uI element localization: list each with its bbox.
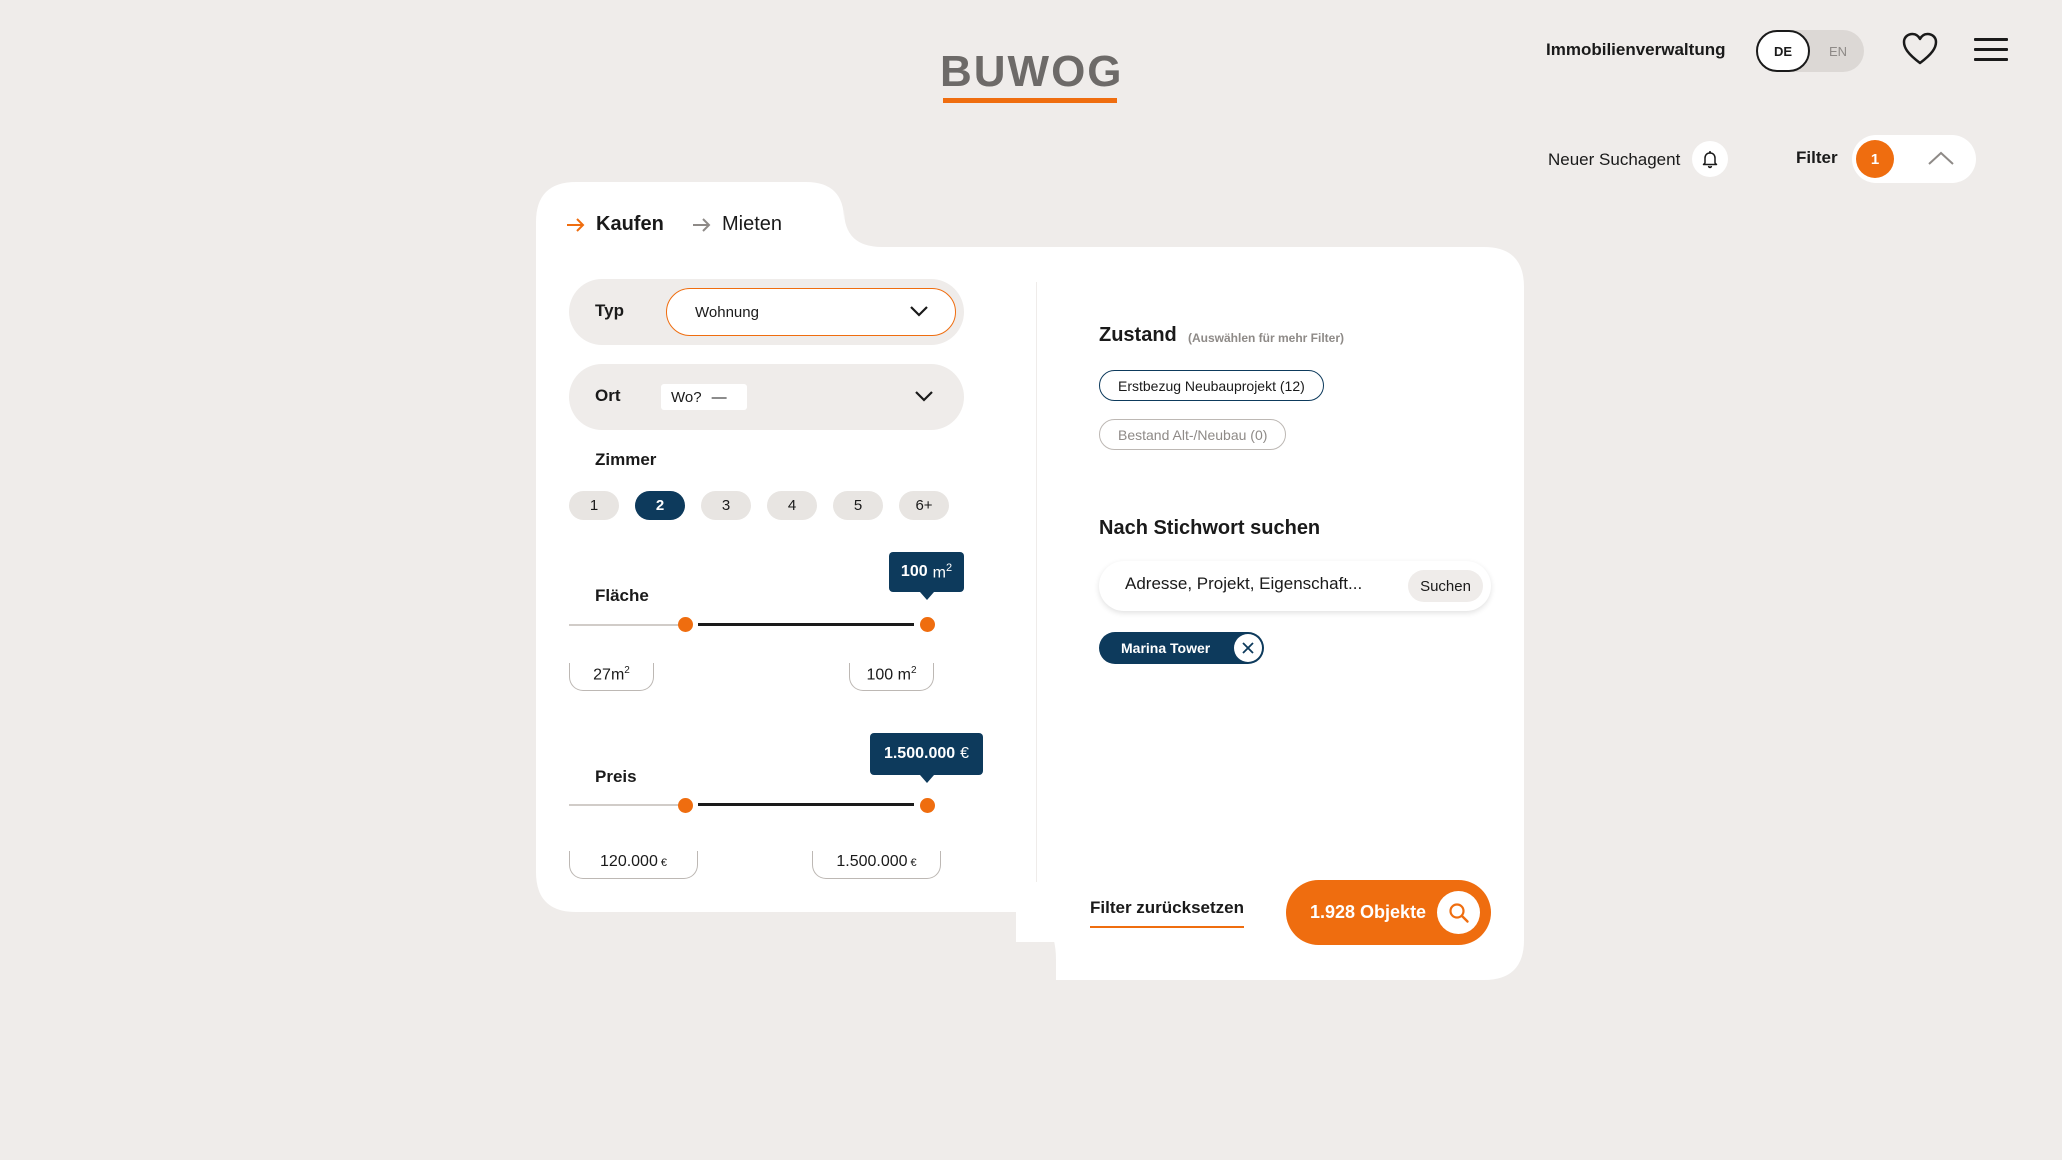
zustand-chip-bestand[interactable]: Bestand Alt-/Neubau (0): [1099, 419, 1287, 450]
preis-max-value: 1.500.000: [836, 853, 908, 870]
keyword-search-input[interactable]: Adresse, Projekt, Eigenschaft...: [1125, 574, 1362, 594]
tab-mieten[interactable]: Mieten: [692, 213, 782, 236]
typ-label: Typ: [595, 301, 624, 320]
preis-max-currency: €: [910, 857, 917, 869]
reset-filter-link[interactable]: Filter zurücksetzen: [1090, 898, 1244, 928]
keyword-title: Nach Stichwort suchen: [1099, 517, 1321, 539]
chevron-down-icon: [910, 306, 928, 317]
flaeche-max-field[interactable]: 100 m2: [849, 663, 934, 691]
show-results-button[interactable]: 1.928 Objekte: [1286, 880, 1491, 945]
ort-row[interactable]: Ort Wo? —: [569, 364, 964, 430]
filter-label: Filter: [1796, 148, 1838, 167]
preis-max-handle[interactable]: [920, 798, 935, 813]
bell-icon[interactable]: [1692, 141, 1728, 177]
flaeche-max-unit-sup: 2: [910, 665, 917, 676]
keyword-search-button[interactable]: Suchen: [1408, 570, 1483, 602]
ort-label: Ort: [595, 386, 621, 405]
flaeche-label: Fläche: [595, 586, 649, 605]
room-option-1[interactable]: 1: [569, 491, 619, 520]
lang-en-button[interactable]: EN: [1812, 30, 1864, 72]
preis-tooltip-currency: €: [960, 745, 970, 762]
room-option-6plus[interactable]: 6+: [899, 491, 949, 520]
flaeche-min-handle[interactable]: [678, 617, 693, 632]
preis-tooltip-value: 1.500.000: [883, 745, 956, 762]
close-icon[interactable]: [1234, 634, 1262, 662]
logo-underline: [943, 98, 1117, 103]
flaeche-max-unit: m: [897, 666, 911, 684]
tab-kaufen-label: Kaufen: [596, 213, 664, 235]
chevron-down-icon[interactable]: [914, 389, 934, 403]
language-toggle[interactable]: DE EN: [1756, 30, 1864, 72]
room-option-2[interactable]: 2: [635, 491, 685, 520]
preis-label: Preis: [595, 767, 637, 786]
preis-min-currency: €: [660, 857, 667, 869]
flaeche-min-unit-sup: 2: [624, 665, 630, 676]
flaeche-min-value: 27: [593, 666, 611, 684]
flaeche-max-handle[interactable]: [920, 617, 935, 632]
search-icon: [1437, 891, 1480, 934]
room-option-4[interactable]: 4: [767, 491, 817, 520]
filter-count-badge: 1: [1856, 140, 1894, 178]
arrow-right-icon: [693, 217, 711, 232]
room-option-5[interactable]: 5: [833, 491, 883, 520]
typ-select[interactable]: Wohnung: [666, 288, 956, 336]
ort-placeholder: Wo?: [671, 388, 702, 406]
heart-icon[interactable]: [1902, 32, 1938, 66]
flaeche-tooltip: 100 m2: [889, 552, 964, 592]
nav-link-immobilienverwaltung[interactable]: Immobilienverwaltung: [1546, 40, 1725, 60]
preis-slider-track[interactable]: [569, 804, 682, 806]
flaeche-min-field[interactable]: 27m2: [569, 663, 654, 691]
zustand-chip-erstbezug[interactable]: Erstbezug Neubauprojekt (12): [1099, 370, 1324, 401]
flaeche-tooltip-value: 100: [900, 563, 928, 580]
flaeche-slider-track[interactable]: [569, 624, 682, 626]
keyword-search-box: Adresse, Projekt, Eigenschaft... Suchen: [1099, 561, 1491, 611]
preis-min-field[interactable]: 120.000 €: [569, 851, 698, 879]
zustand-title: Zustand: [1099, 324, 1177, 346]
flaeche-tooltip-arrow: [920, 592, 934, 600]
ort-input[interactable]: Wo? —: [661, 384, 747, 410]
column-divider: [1036, 282, 1037, 882]
typ-row: Typ Wohnung: [569, 279, 964, 345]
preis-tooltip-arrow: [920, 775, 934, 783]
flaeche-tooltip-unit: m2: [932, 561, 953, 582]
logo-text: BUWOG: [940, 47, 1124, 96]
preis-max-field[interactable]: 1.500.000 €: [812, 851, 941, 879]
preis-slider-range[interactable]: [698, 803, 914, 806]
hamburger-menu-icon[interactable]: [1974, 38, 2008, 62]
ort-dash: —: [711, 388, 727, 406]
typ-select-value: Wohnung: [695, 303, 759, 321]
arrow-right-icon: [567, 217, 585, 232]
keyword-tag: Marina Tower: [1099, 632, 1264, 664]
keyword-tag-label: Marina Tower: [1121, 640, 1211, 656]
flaeche-min-unit: m: [610, 666, 625, 684]
room-options: 1 2 3 4 5 6+: [569, 491, 949, 520]
zustand-hint: (Auswählen für mehr Filter): [1188, 331, 1345, 345]
preis-min-value: 120.000: [600, 853, 658, 870]
preis-min-handle[interactable]: [678, 798, 693, 813]
preis-tooltip: 1.500.000 €: [870, 733, 983, 775]
lang-de-button[interactable]: DE: [1756, 30, 1810, 72]
filter-toggle[interactable]: 1: [1852, 135, 1976, 183]
logo[interactable]: BUWOG: [940, 47, 1124, 108]
flaeche-slider-range[interactable]: [698, 623, 914, 626]
results-count-label: 1.928 Objekte: [1310, 902, 1427, 922]
chevron-up-icon[interactable]: [1926, 147, 1956, 171]
tab-kaufen[interactable]: Kaufen: [566, 213, 664, 236]
zimmer-label: Zimmer: [595, 450, 657, 469]
flaeche-max-value: 100: [866, 666, 894, 684]
search-agent-label[interactable]: Neuer Suchagent: [1548, 150, 1680, 170]
tab-mieten-label: Mieten: [722, 213, 783, 235]
room-option-3[interactable]: 3: [701, 491, 751, 520]
